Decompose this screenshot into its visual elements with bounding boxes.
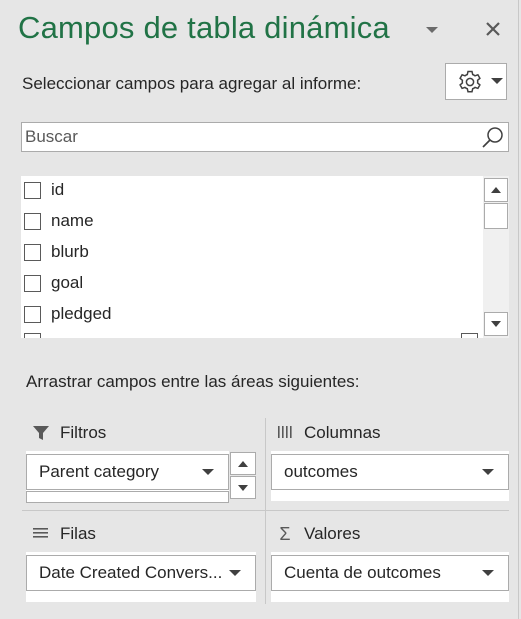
- close-icon: [486, 22, 500, 36]
- filter-icon: [30, 422, 52, 444]
- field-checkbox[interactable]: [24, 305, 41, 323]
- field-checkbox[interactable]: [24, 181, 41, 199]
- pivot-field-pane: Campos de tabla dinámica Seleccionar cam…: [0, 0, 519, 619]
- choose-fields-label: Seleccionar campos para agregar al infor…: [22, 74, 362, 93]
- pane-options-dropdown[interactable]: [422, 22, 442, 38]
- field-item-name[interactable]: name: [21, 207, 94, 235]
- field-list: id name blurb goal pledged: [21, 176, 509, 338]
- field-checkbox-partial[interactable]: [461, 333, 478, 338]
- value-field-label: Cuenta de outcomes: [284, 563, 441, 582]
- search-input[interactable]: [23, 124, 475, 150]
- filter-field-chip-partial[interactable]: [26, 491, 229, 503]
- field-item-pledged[interactable]: pledged: [21, 300, 112, 328]
- search-icon[interactable]: [480, 124, 506, 150]
- field-item-blurb[interactable]: blurb: [21, 238, 89, 266]
- scroll-thumb[interactable]: [484, 203, 508, 229]
- field-label: goal: [51, 273, 84, 292]
- chevron-down-icon[interactable]: [478, 565, 498, 581]
- close-button[interactable]: [482, 18, 504, 40]
- column-field-chip[interactable]: outcomes: [271, 454, 509, 490]
- chevron-down-icon: [491, 78, 503, 85]
- columns-area-header: Columnas: [274, 422, 381, 444]
- scroll-down-button[interactable]: [484, 312, 508, 336]
- filters-area-header: Filtros: [30, 422, 106, 444]
- filters-area-label: Filtros: [60, 423, 107, 442]
- rows-icon: [30, 523, 52, 545]
- rows-area-label: Filas: [60, 524, 96, 543]
- field-list-scrollbar[interactable]: [483, 176, 509, 338]
- values-area-header: Σ Valores: [274, 523, 360, 545]
- chevron-down-icon[interactable]: [225, 565, 245, 581]
- chevron-up-icon: [238, 460, 248, 467]
- chevron-up-icon: [491, 187, 501, 193]
- chevron-down-icon[interactable]: [478, 464, 498, 480]
- filter-field-label: Parent category: [39, 462, 160, 481]
- values-area-label: Valores: [304, 524, 361, 543]
- rows-area-header: Filas: [30, 523, 96, 545]
- field-checkbox[interactable]: [24, 243, 41, 261]
- filters-scroll-up-button[interactable]: [230, 452, 256, 475]
- field-item-id[interactable]: id: [21, 176, 64, 204]
- sigma-icon: Σ: [279, 523, 291, 544]
- column-field-label: outcomes: [284, 462, 358, 481]
- chevron-down-icon: [491, 321, 501, 327]
- areas-vertical-divider: [265, 418, 266, 604]
- chevron-down-icon: [426, 27, 438, 33]
- drag-fields-label: Arrastrar campos entre las áreas siguien…: [26, 372, 360, 391]
- field-label: name: [51, 211, 94, 230]
- row-field-label: Date Created Convers...: [39, 563, 223, 582]
- scroll-up-button[interactable]: [484, 178, 508, 202]
- field-label: blurb: [51, 242, 89, 261]
- field-item-goal[interactable]: goal: [21, 269, 83, 297]
- gear-icon: [457, 69, 483, 95]
- columns-icon: [274, 422, 296, 444]
- field-checkbox[interactable]: [24, 274, 41, 292]
- field-label: id: [51, 180, 65, 199]
- search-box[interactable]: [21, 122, 509, 152]
- field-list-settings-button[interactable]: [445, 63, 507, 100]
- row-field-chip[interactable]: Date Created Convers...: [26, 555, 256, 591]
- field-label: pledged: [51, 304, 112, 323]
- areas-horizontal-divider: [22, 510, 509, 511]
- filter-field-chip[interactable]: Parent category: [26, 454, 229, 490]
- pane-title: Campos de tabla dinámica: [18, 10, 390, 45]
- columns-area-label: Columnas: [304, 423, 381, 442]
- value-field-chip[interactable]: Cuenta de outcomes: [271, 555, 509, 591]
- filters-scroll-down-button[interactable]: [230, 476, 256, 499]
- chevron-down-icon: [238, 484, 248, 491]
- field-checkbox[interactable]: [24, 212, 41, 230]
- field-checkbox-partial[interactable]: [24, 333, 41, 338]
- chevron-down-icon[interactable]: [198, 464, 218, 480]
